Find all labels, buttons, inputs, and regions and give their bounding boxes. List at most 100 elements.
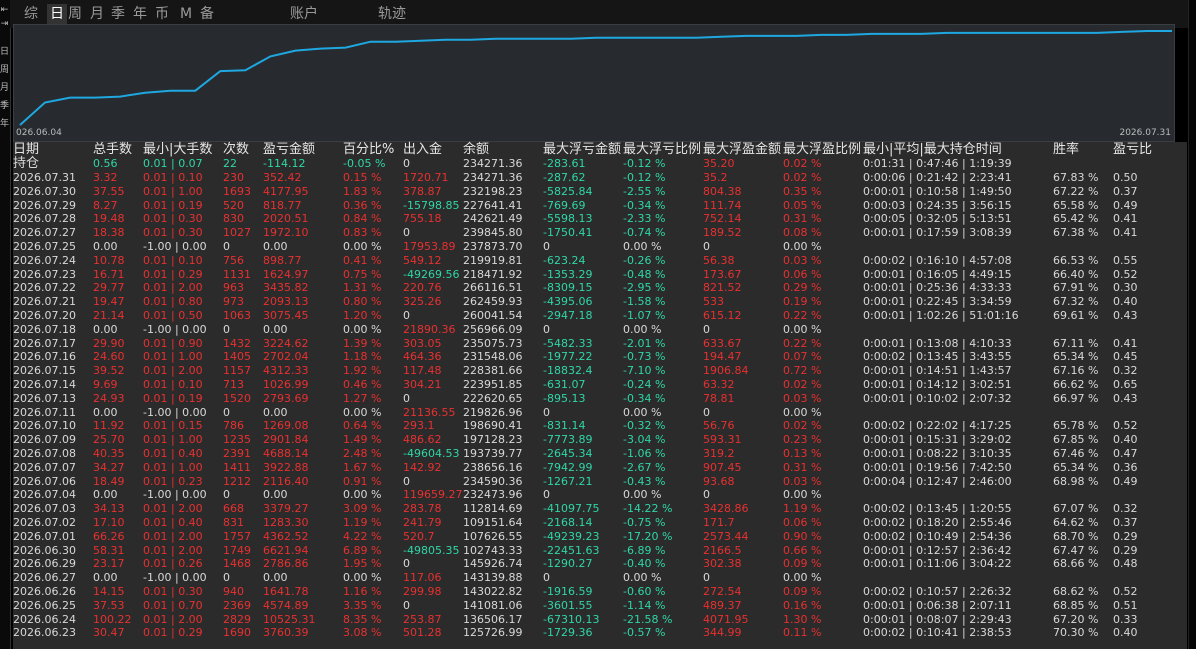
table-row[interactable]: 2026.07.31 3.32 0.01 | 0.10 230 352.42 0.15 %…	[13, 171, 1187, 185]
table-cell: 262459.93	[463, 295, 523, 309]
table-cell: 8.35 %	[343, 612, 382, 626]
column-header[interactable]: 日期	[13, 142, 39, 157]
table-cell: 0.01 | 0.30	[143, 585, 203, 598]
table-row[interactable]: 2026.07.27 18.38 0.01 | 0.30 1027 1972.10 0.8…	[13, 226, 1187, 240]
table-cell: 2026.07.07	[13, 460, 76, 474]
table-cell: 117.06	[403, 571, 442, 585]
column-header[interactable]: 最小|大手数	[143, 142, 212, 157]
table-cell: 0.01 | 0.70	[143, 598, 203, 612]
table-row[interactable]: 2026.07.10 11.92 0.01 | 0.15 786 1269.08 0.64…	[13, 419, 1187, 433]
column-header[interactable]: 总手数	[93, 142, 132, 157]
table-row[interactable]: 2026.07.04 0.00 -1.00 | 0.00 0 0.00 0.00 % 119…	[13, 488, 1187, 502]
column-header[interactable]: 余额	[463, 142, 489, 157]
left-toolbar-label-3[interactable]: 周	[0, 66, 9, 75]
position-row[interactable]: 持仓 0.56 0.01 | 0.07 22 -114.12 -0.05 % 0 234271…	[13, 157, 1187, 171]
table-row[interactable]: 2026.07.09 25.70 0.01 | 1.00 1235 2901.84 1.4…	[13, 433, 1187, 447]
left-toolbar-label-1[interactable]: ⇥	[0, 20, 9, 29]
left-toolbar-label-6[interactable]: 年	[0, 120, 9, 129]
column-header[interactable]: 盈亏金额	[263, 142, 315, 157]
table-row[interactable]: 2026.07.16 24.60 0.01 | 1.00 1405 2702.04 1.1…	[13, 350, 1187, 364]
column-header[interactable]: 次数	[223, 142, 249, 157]
table-cell: 0.01 | 2.00	[143, 612, 203, 626]
table-row[interactable]: 2026.07.28 19.48 0.01 | 0.30 830 2020.51 0.84…	[13, 212, 1187, 226]
tab-4[interactable]: 季	[111, 4, 125, 24]
table-row[interactable]: 2026.06.23 30.47 0.01 | 0.29 1690 3760.39 3.0…	[13, 626, 1187, 640]
table-cell: 2093.13	[263, 295, 309, 309]
column-header[interactable]: 胜率	[1053, 142, 1079, 157]
table-row[interactable]: 2026.07.01 66.26 0.01 | 2.00 1757 4362.52 4.2…	[13, 530, 1187, 544]
table-cell: 256966.09	[463, 322, 523, 336]
table-row[interactable]: 2026.07.11 0.00 -1.00 | 0.00 0 0.00 0.00 % 211…	[13, 406, 1187, 420]
tab-2[interactable]: 周	[68, 4, 82, 24]
table-cell: 0.83 %	[343, 226, 382, 240]
table-row[interactable]: 2026.07.20 21.14 0.01 | 0.50 1063 3075.45 1.2…	[13, 309, 1187, 323]
table-row[interactable]: 2026.07.02 17.10 0.01 | 0.40 831 1283.30 1.19…	[13, 516, 1187, 530]
table-cell: 0.32	[1113, 502, 1138, 516]
table-row[interactable]: 2026.07.08 40.35 0.01 | 0.40 2391 4688.14 2.4…	[13, 447, 1187, 461]
table-row[interactable]: 2026.06.30 58.31 0.01 | 2.00 1749 6621.94 6.8…	[13, 544, 1187, 558]
table-row[interactable]: 2026.07.07 34.27 0.01 | 1.00 1411 3922.88 1.6…	[13, 461, 1187, 475]
table-row[interactable]: 2026.07.03 34.13 0.01 | 2.00 668 3379.27 3.09…	[13, 502, 1187, 516]
column-header[interactable]: 最大浮亏金额	[543, 142, 621, 157]
column-header[interactable]: 盈亏比	[1113, 142, 1152, 157]
table-cell: 234590.36	[463, 474, 523, 488]
table-cell: 0.43	[1113, 309, 1138, 322]
table-row[interactable]: 2026.06.29 23.17 0.01 | 0.26 1468 2786.86 1.9…	[13, 557, 1187, 571]
tab-10[interactable]: 轨迹	[378, 4, 406, 24]
table-cell: 0.13 %	[783, 447, 822, 460]
table-cell: 68.98 %	[1053, 474, 1099, 488]
left-toolbar-label-2[interactable]: 日	[0, 48, 9, 57]
column-header[interactable]: 百分比%	[343, 142, 394, 157]
table-row[interactable]: 2026.06.27 0.00 -1.00 | 0.00 0 0.00 0.00 % 117…	[13, 571, 1187, 585]
table-row[interactable]: 2026.07.17 29.90 0.01 | 0.90 1432 3224.62 1.3…	[13, 337, 1187, 351]
left-toolbar-label-0[interactable]: ⇤	[0, 6, 9, 15]
table-row[interactable]: 2026.07.15 39.52 0.01 | 2.00 1157 4312.33 1.9…	[13, 364, 1187, 378]
table-row[interactable]: 2026.07.06 18.49 0.01 | 0.23 1212 2116.40 0.9…	[13, 475, 1187, 489]
table-row[interactable]: 2026.07.23 16.71 0.01 | 0.29 1131 1624.97 0.7…	[13, 268, 1187, 282]
tab-8[interactable]: 备	[200, 4, 214, 24]
table-row[interactable]: 2026.07.18 0.00 -1.00 | 0.00 0 0.00 0.00 % 218…	[13, 323, 1187, 337]
table-row[interactable]: 2026.07.25 0.00 -1.00 | 0.00 0 0.00 0.00 % 179…	[13, 240, 1187, 254]
column-header[interactable]: 最小|平均|最大持仓时间	[863, 142, 1002, 157]
table-cell: -5598.13	[543, 212, 593, 226]
table-row[interactable]: 2026.06.24 100.22 0.01 | 2.00 2829 10525.31 8…	[13, 613, 1187, 627]
table-row[interactable]: 2026.07.30 37.55 0.01 | 1.00 1693 4177.95 1.8…	[13, 185, 1187, 199]
left-toolbar-label-5[interactable]: 季	[0, 102, 9, 111]
tab-7[interactable]: M	[180, 4, 192, 24]
table-row[interactable]: 2026.07.24 10.78 0.01 | 0.10 756 898.77 0.41 …	[13, 254, 1187, 268]
table-row[interactable]: 2026.07.29 8.27 0.01 | 0.19 520 818.77 0.36 %…	[13, 199, 1187, 213]
table-cell: 0.00	[93, 240, 118, 253]
table-cell: 1.19 %	[343, 516, 382, 529]
tab-3[interactable]: 月	[90, 4, 104, 24]
table-cell: 2026.07.14	[13, 378, 76, 391]
column-header[interactable]: 出入金	[403, 142, 442, 157]
table-cell: 1063	[223, 309, 251, 322]
table-cell: -4395.06	[543, 295, 593, 309]
table-cell: 2166.5	[703, 543, 742, 557]
column-header[interactable]: 最大浮盈比例	[783, 142, 861, 157]
table-row[interactable]: 2026.06.25 37.53 0.01 | 0.70 2369 4574.89 3.3…	[13, 599, 1187, 613]
left-toolbar-label-4[interactable]: 月	[0, 84, 9, 93]
table-cell: 0:00:01 | 0:12:57 | 2:36:42	[863, 543, 1012, 557]
table-cell: 125726.99	[463, 626, 523, 640]
tab-1[interactable]: 日	[47, 4, 67, 24]
tab-5[interactable]: 年	[133, 4, 147, 24]
table-row[interactable]: 2026.07.14 9.69 0.01 | 0.10 713 1026.99 0.46 …	[13, 378, 1187, 392]
table-cell: 0.41	[1113, 226, 1138, 240]
table-row[interactable]: 2026.07.13 24.93 0.01 | 0.19 1520 2793.69 1.2…	[13, 392, 1187, 406]
column-header[interactable]: 最大浮亏比例	[623, 142, 701, 157]
table-cell: 0.52	[1113, 585, 1138, 598]
table-cell: 755.18	[403, 212, 442, 226]
table-cell: 0.49	[1113, 474, 1138, 488]
tab-6[interactable]: 币	[155, 4, 169, 24]
table-cell: -287.62	[543, 171, 586, 184]
right-scrollbar[interactable]	[1188, 0, 1196, 649]
equity-chart: 026.06.04 2026.07.31	[13, 24, 1175, 142]
tab-0[interactable]: 综	[24, 4, 38, 24]
table-row[interactable]: 2026.06.26 14.15 0.01 | 0.30 940 1641.78 1.16…	[13, 585, 1187, 599]
table-cell: 235075.73	[463, 336, 523, 350]
tab-9[interactable]: 账户	[290, 4, 318, 24]
column-header[interactable]: 最大浮盈金额	[703, 142, 781, 157]
table-row[interactable]: 2026.07.21 19.47 0.01 | 0.80 973 2093.13 0.80…	[13, 295, 1187, 309]
table-row[interactable]: 2026.07.22 29.77 0.01 | 2.00 963 3435.82 1.31…	[13, 281, 1187, 295]
